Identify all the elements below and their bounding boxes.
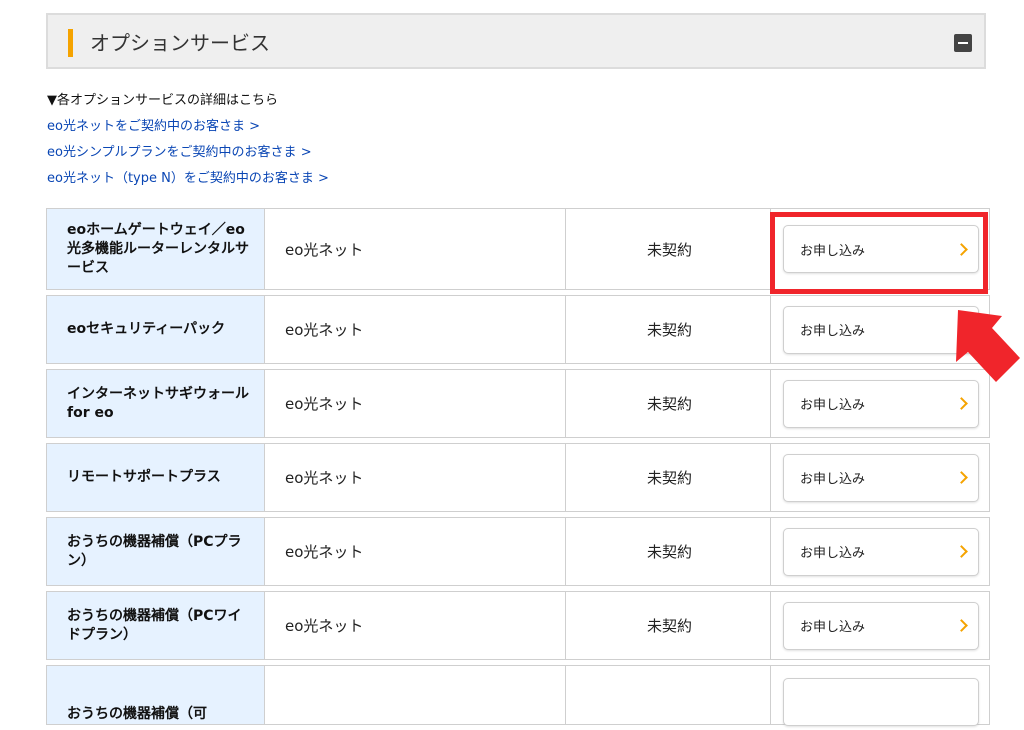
chevron-right-icon — [955, 545, 968, 558]
link-type-n[interactable]: eo光ネット（type N）をご契約中のお客さま > — [47, 170, 329, 196]
service-name: おうちの機器補償（可 — [47, 666, 265, 724]
apply-button-label: お申し込み — [800, 398, 866, 413]
contract-status: 未契約 — [566, 296, 771, 363]
table-row: おうちの機器補償（可 — [46, 665, 990, 726]
contract-status: 未契約 — [566, 592, 771, 659]
arrow-annotation-icon — [956, 310, 1020, 382]
apply-button[interactable]: お申し込み — [783, 225, 979, 273]
link-eo-net[interactable]: eo光ネットをご契約中のお客さま > — [47, 118, 329, 144]
service-network: eo光ネット — [265, 592, 566, 659]
service-name: おうちの機器補償（PCワイドプラン） — [47, 592, 265, 659]
detail-links: eo光ネットをご契約中のお客さま > eo光シンプルプランをご契約中のお客さま … — [47, 118, 329, 196]
action-cell: お申し込み — [771, 518, 989, 585]
contract-status — [566, 666, 771, 724]
chevron-right-icon — [955, 619, 968, 632]
service-network: eo光ネット — [265, 209, 566, 289]
table-row: リモートサポートプラス eo光ネット 未契約 お申し込み — [46, 443, 990, 512]
action-cell: お申し込み — [771, 592, 989, 659]
service-network: eo光ネット — [265, 370, 566, 437]
chevron-right-icon — [955, 471, 968, 484]
contract-status: 未契約 — [566, 209, 771, 289]
contract-status: 未契約 — [566, 444, 771, 511]
contract-status: 未契約 — [566, 370, 771, 437]
chevron-right-icon — [955, 242, 968, 256]
service-name: eoセキュリティーパック — [47, 296, 265, 363]
service-name: リモートサポートプラス — [47, 444, 265, 511]
action-cell — [771, 666, 989, 726]
table-row: インターネットサギウォール for eo eo光ネット 未契約 お申し込み — [46, 369, 990, 438]
apply-button[interactable]: お申し込み — [783, 527, 979, 576]
action-cell: お申し込み — [771, 444, 989, 511]
apply-button-label: お申し込み — [800, 243, 866, 259]
section-title: オプションサービス — [90, 31, 270, 55]
service-name: おうちの機器補償（PCプラン） — [47, 518, 265, 585]
collapse-icon[interactable] — [954, 34, 972, 52]
service-network: eo光ネット — [265, 518, 566, 585]
apply-button[interactable] — [783, 678, 979, 726]
apply-button-label: お申し込み — [800, 472, 866, 487]
apply-button[interactable]: お申し込み — [783, 601, 979, 650]
table-row: eoホームゲートウェイ／eo光多機能ルーターレンタルサービス eo光ネット 未契… — [46, 208, 990, 290]
apply-button-label: お申し込み — [800, 324, 866, 339]
apply-button-label: お申し込み — [800, 546, 866, 561]
service-network: eo光ネット — [265, 296, 566, 363]
apply-button-label: お申し込み — [800, 620, 866, 635]
link-simple-plan[interactable]: eo光シンプルプランをご契約中のお客さま > — [47, 144, 329, 170]
accent-bar — [68, 29, 73, 57]
service-network: eo光ネット — [265, 444, 566, 511]
service-name: インターネットサギウォール for eo — [47, 370, 265, 437]
table-row: おうちの機器補償（PCワイドプラン） eo光ネット 未契約 お申し込み — [46, 591, 990, 660]
service-table: eoホームゲートウェイ／eo光多機能ルーターレンタルサービス eo光ネット 未契… — [46, 208, 990, 730]
contract-status: 未契約 — [566, 518, 771, 585]
section-header: オプションサービス — [46, 13, 986, 69]
action-cell: お申し込み — [771, 209, 989, 289]
table-row: eoセキュリティーパック eo光ネット 未契約 お申し込み — [46, 295, 990, 364]
service-network — [265, 666, 566, 724]
service-name: eoホームゲートウェイ／eo光多機能ルーターレンタルサービス — [47, 209, 265, 289]
intro-text: ▼各オプションサービスの詳細はこちら — [47, 93, 278, 108]
apply-button[interactable]: お申し込み — [783, 453, 979, 502]
chevron-right-icon — [955, 397, 968, 410]
table-row: おうちの機器補償（PCプラン） eo光ネット 未契約 お申し込み — [46, 517, 990, 586]
